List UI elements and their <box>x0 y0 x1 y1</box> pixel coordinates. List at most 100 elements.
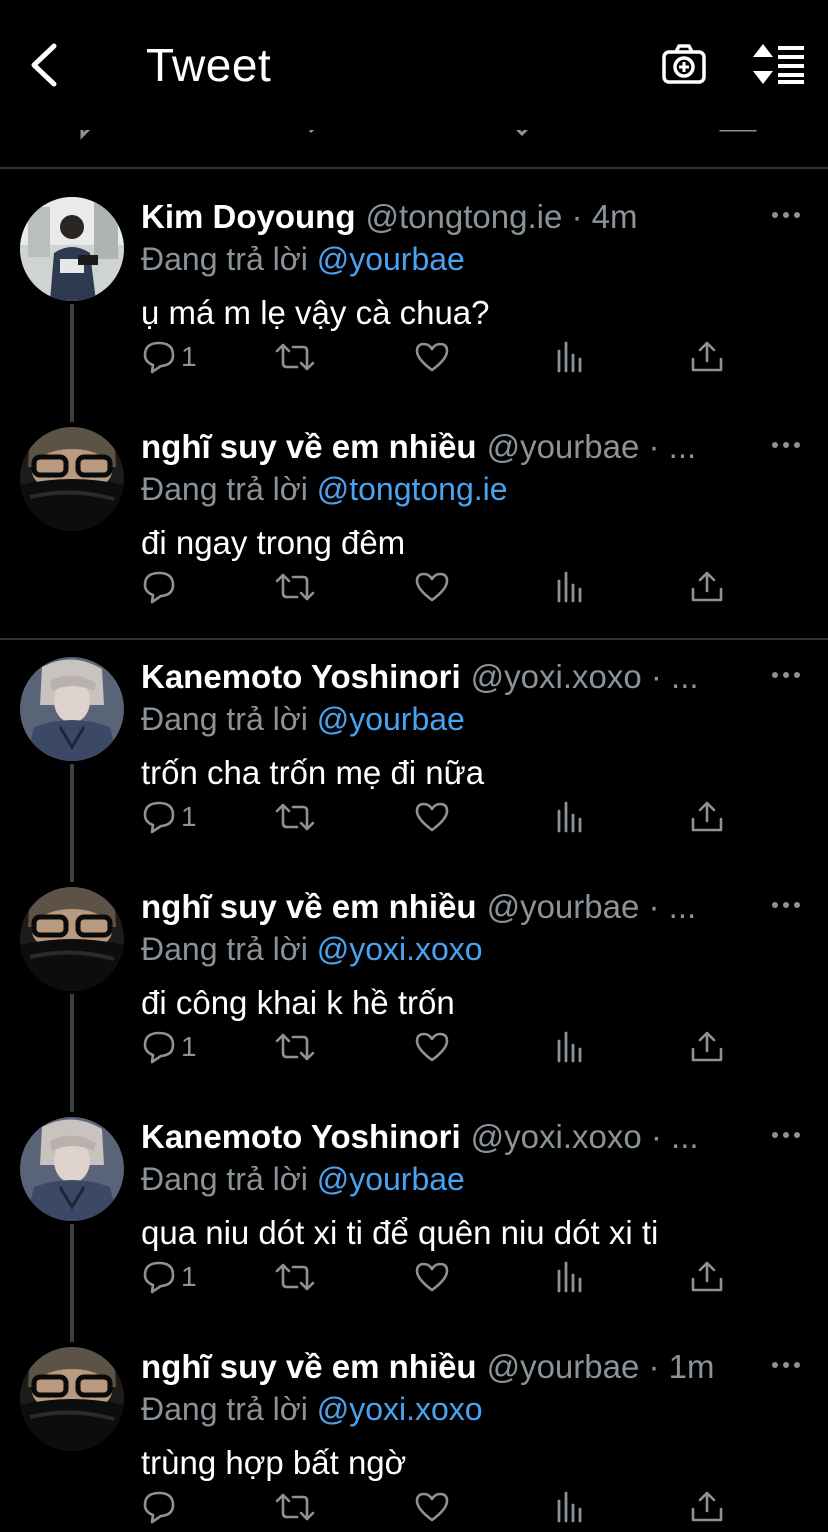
replying-to-mention[interactable]: @yoxi.xoxo <box>317 931 483 967</box>
more-options-icon[interactable] <box>770 897 802 913</box>
tweet-actions: 1 <box>0 1029 828 1069</box>
replying-to-label: Đang trả lời <box>141 931 308 967</box>
camera-plus-icon[interactable] <box>660 42 708 86</box>
tweet-text: trốn cha trốn mẹ đi nữa <box>141 754 485 791</box>
stats-button[interactable] <box>552 799 588 835</box>
avatar[interactable] <box>20 887 124 991</box>
stats-button[interactable] <box>552 339 588 375</box>
more-options-icon[interactable] <box>770 667 802 683</box>
stats-button[interactable] <box>552 1259 588 1295</box>
share-icon <box>689 799 725 835</box>
analytics-icon <box>552 1489 588 1525</box>
author-handle: @yourbae · ... <box>486 888 697 925</box>
author-name[interactable]: Kanemoto Yoshinori <box>141 1118 461 1155</box>
avatar[interactable] <box>20 197 124 301</box>
replying-to-label: Đang trả lời <box>141 471 308 507</box>
reply-button[interactable]: 1 <box>141 1259 221 1295</box>
author-handle: @yoxi.xoxo · ... <box>470 1118 699 1155</box>
author-name[interactable]: Kim Doyoung <box>141 198 355 235</box>
more-options-icon[interactable] <box>770 437 802 453</box>
retweet-icon <box>275 1489 315 1525</box>
sort-replies-icon[interactable] <box>752 42 806 86</box>
reply-tweet[interactable]: Kim Doyoung @tongtong.ie · 4m Đang trả lờ… <box>0 197 828 427</box>
reply-button[interactable]: 1 <box>141 799 221 835</box>
avatar[interactable] <box>20 1347 124 1451</box>
share-button[interactable] <box>689 569 725 605</box>
author-name[interactable]: nghĩ suy về em nhiều <box>141 428 477 465</box>
share-icon <box>689 569 725 605</box>
retweet-icon <box>275 799 315 835</box>
retweet-icon <box>275 1029 315 1065</box>
retweet-icon <box>275 569 315 605</box>
reply-tweet[interactable]: nghĩ suy về em nhiều @yourbae · 1m Đang t… <box>0 1347 828 1532</box>
reply-tweet[interactable]: Kanemoto Yoshinori @yoxi.xoxo · ... Đang … <box>0 1117 828 1347</box>
reply-icon <box>141 1489 177 1525</box>
avatar[interactable] <box>20 1117 124 1221</box>
retweet-button[interactable] <box>275 1029 315 1065</box>
more-options-icon[interactable] <box>770 1357 802 1373</box>
retweet-button[interactable] <box>275 799 315 835</box>
share-button[interactable] <box>689 1489 725 1525</box>
avatar[interactable] <box>20 657 124 761</box>
retweet-icon <box>275 339 315 375</box>
retweet-button[interactable] <box>275 1259 315 1295</box>
replying-to-mention[interactable]: @tongtong.ie <box>317 471 508 507</box>
replying-to-mention[interactable]: @yourbae <box>317 241 465 277</box>
replying-to-mention[interactable]: @yourbae <box>317 701 465 737</box>
reply-button[interactable] <box>141 1489 221 1525</box>
like-button[interactable] <box>414 339 450 375</box>
share-button[interactable] <box>689 339 725 375</box>
author-name[interactable]: Kanemoto Yoshinori <box>141 658 461 695</box>
replying-to-label: Đang trả lời <box>141 701 308 737</box>
like-icon <box>414 1259 450 1295</box>
reply-tweet[interactable]: Kanemoto Yoshinori @yoxi.xoxo · ... Đang … <box>0 657 828 887</box>
reply-icon <box>141 1259 177 1295</box>
like-icon <box>414 569 450 605</box>
share-icon <box>689 1259 725 1295</box>
like-button[interactable] <box>414 799 450 835</box>
divider <box>0 167 828 169</box>
reply-button[interactable]: 1 <box>141 339 221 375</box>
like-button[interactable] <box>414 1029 450 1065</box>
avatar[interactable] <box>20 427 124 531</box>
analytics-icon <box>552 1259 588 1295</box>
reply-icon <box>141 799 177 835</box>
share-button[interactable] <box>689 1029 725 1065</box>
author-handle: @yourbae · ... <box>486 428 697 465</box>
like-button[interactable] <box>414 1489 450 1525</box>
reply-count: 1 <box>181 341 197 372</box>
author-name[interactable]: nghĩ suy về em nhiều <box>141 888 477 925</box>
like-icon <box>414 339 450 375</box>
retweet-button[interactable] <box>275 1489 315 1525</box>
like-icon <box>414 1489 450 1525</box>
tweet-actions: 1 <box>0 799 828 839</box>
stats-button[interactable] <box>552 569 588 605</box>
stats-button[interactable] <box>552 1489 588 1525</box>
like-button[interactable] <box>414 569 450 605</box>
share-icon <box>689 1029 725 1065</box>
stats-button[interactable] <box>552 1029 588 1065</box>
replying-to-mention[interactable]: @yourbae <box>317 1161 465 1197</box>
reply-button[interactable]: 1 <box>141 1029 221 1065</box>
tweet-text: đi công khai k hề trốn <box>141 984 455 1021</box>
reply-count: 1 <box>181 801 197 832</box>
back-arrow-icon[interactable] <box>26 40 66 90</box>
share-button[interactable] <box>689 1259 725 1295</box>
reply-button[interactable] <box>141 569 221 605</box>
share-button[interactable] <box>689 799 725 835</box>
retweet-button[interactable] <box>275 569 315 605</box>
author-handle: @tongtong.ie · 4m <box>365 198 638 235</box>
reply-tweet[interactable]: nghĩ suy về em nhiều @yourbae · ... Đang … <box>0 887 828 1117</box>
retweet-button[interactable] <box>275 339 315 375</box>
analytics-icon <box>552 339 588 375</box>
top-bar: Tweet <box>0 0 828 130</box>
more-options-icon[interactable] <box>770 207 802 223</box>
replying-to-mention[interactable]: @yoxi.xoxo <box>317 1391 483 1427</box>
like-button[interactable] <box>414 1259 450 1295</box>
author-name[interactable]: nghĩ suy về em nhiều <box>141 1348 477 1385</box>
reply-tweet[interactable]: nghĩ suy về em nhiều @yourbae · ... Đang … <box>0 427 828 657</box>
reply-icon <box>141 569 177 605</box>
more-options-icon[interactable] <box>770 1127 802 1143</box>
tweet-text: đi ngay trong đêm <box>141 524 406 561</box>
tweet-actions <box>0 569 828 609</box>
